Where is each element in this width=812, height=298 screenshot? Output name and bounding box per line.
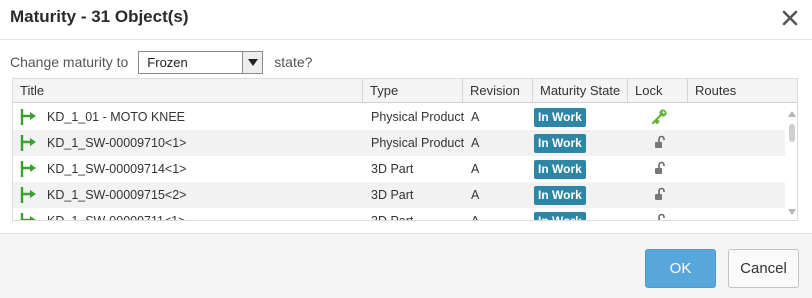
column-header-lock[interactable]: Lock xyxy=(628,79,688,103)
column-header-maturity-state[interactable]: Maturity State xyxy=(533,79,628,103)
maturity-badge: In Work xyxy=(534,133,586,153)
table-body: KD_1_01 - MOTO KNEE Physical Product A I… xyxy=(13,104,785,221)
maturity-state-select[interactable]: Frozen xyxy=(138,50,264,74)
product-structure-icon xyxy=(20,213,36,220)
product-structure-icon xyxy=(20,161,36,177)
unlocked-icon xyxy=(646,156,672,182)
objects-table: Title Type Revision Maturity State Lock … xyxy=(12,78,798,221)
title-cell: KD_1_01 - MOTO KNEE xyxy=(19,104,185,130)
dialog-footer: OK Cancel xyxy=(0,233,812,298)
unlocked-icon xyxy=(646,130,672,156)
unlocked-icon xyxy=(646,182,672,208)
row-revision: A xyxy=(471,214,480,221)
table-row[interactable]: KD_1_SW-00009715<2> 3D Part A In Work xyxy=(13,182,785,208)
column-header-title[interactable]: Title xyxy=(13,79,363,103)
row-title: KD_1_SW-00009710<1> xyxy=(47,136,187,150)
scroll-up-icon[interactable] xyxy=(787,110,797,118)
dialog-titlebar: Maturity - 31 Object(s) xyxy=(0,0,812,40)
row-title: KD_1_SW-00009714<1> xyxy=(47,162,187,176)
row-title: KD_1_01 - MOTO KNEE xyxy=(47,110,186,124)
title-cell: KD_1_SW-00009714<1> xyxy=(19,156,186,182)
row-type: 3D Part xyxy=(371,214,414,221)
maturity-badge: In Work xyxy=(534,107,586,127)
maturity-cell: In Work xyxy=(534,130,586,156)
maturity-cell: In Work xyxy=(534,104,586,130)
row-type: 3D Part xyxy=(371,162,414,176)
table-row[interactable]: KD_1_SW-00009711<1> 3D Part A In Work xyxy=(13,208,785,221)
maturity-badge: In Work xyxy=(534,185,586,205)
maturity-prompt: Change maturity to Frozen state? xyxy=(10,50,312,74)
table-row[interactable]: KD_1_SW-00009710<1> Physical Product A I… xyxy=(13,130,785,156)
row-revision: A xyxy=(471,162,480,176)
ok-button[interactable]: OK xyxy=(645,249,716,288)
selected-state: Frozen xyxy=(147,54,188,70)
close-icon[interactable] xyxy=(780,8,800,28)
chevron-down-icon[interactable] xyxy=(242,51,263,73)
row-revision: A xyxy=(471,136,480,150)
product-structure-icon xyxy=(20,187,36,203)
scrollbar-thumb[interactable] xyxy=(789,124,795,142)
scroll-down-icon[interactable] xyxy=(787,208,797,216)
maturity-badge: In Work xyxy=(534,211,586,220)
key-icon xyxy=(646,104,672,130)
unlocked-icon xyxy=(646,208,672,220)
column-header-type[interactable]: Type xyxy=(363,79,463,103)
title-cell: KD_1_SW-00009715<2> xyxy=(19,182,186,208)
title-cell: KD_1_SW-00009710<1> xyxy=(19,130,186,156)
maturity-cell: In Work xyxy=(534,156,586,182)
row-revision: A xyxy=(471,110,480,124)
product-structure-icon xyxy=(20,109,36,125)
table-row[interactable]: KD_1_01 - MOTO KNEE Physical Product A I… xyxy=(13,104,785,130)
prompt-label: Change maturity to xyxy=(10,54,129,70)
row-type: 3D Part xyxy=(371,188,414,202)
column-header-routes[interactable]: Routes xyxy=(688,79,797,103)
row-type: Physical Product xyxy=(371,110,465,124)
prompt-suffix: state? xyxy=(274,54,313,70)
cancel-button[interactable]: Cancel xyxy=(728,249,799,288)
maturity-cell: In Work xyxy=(534,208,586,220)
maturity-dialog: Maturity - 31 Object(s) Change maturity … xyxy=(0,0,812,298)
row-type: Physical Product xyxy=(371,136,465,150)
table-header: Title Type Revision Maturity State Lock … xyxy=(13,79,797,103)
row-revision: A xyxy=(471,188,480,202)
column-header-revision[interactable]: Revision xyxy=(463,79,533,103)
row-title: KD_1_SW-00009711<1> xyxy=(47,214,186,221)
table-row[interactable]: KD_1_SW-00009714<1> 3D Part A In Work xyxy=(13,156,785,182)
product-structure-icon xyxy=(20,135,36,151)
vertical-scrollbar[interactable] xyxy=(785,104,797,220)
maturity-cell: In Work xyxy=(534,182,586,208)
dialog-title: Maturity - 31 Object(s) xyxy=(10,7,189,26)
row-title: KD_1_SW-00009715<2> xyxy=(47,188,187,202)
title-cell: KD_1_SW-00009711<1> xyxy=(19,208,186,221)
maturity-badge: In Work xyxy=(534,159,586,179)
